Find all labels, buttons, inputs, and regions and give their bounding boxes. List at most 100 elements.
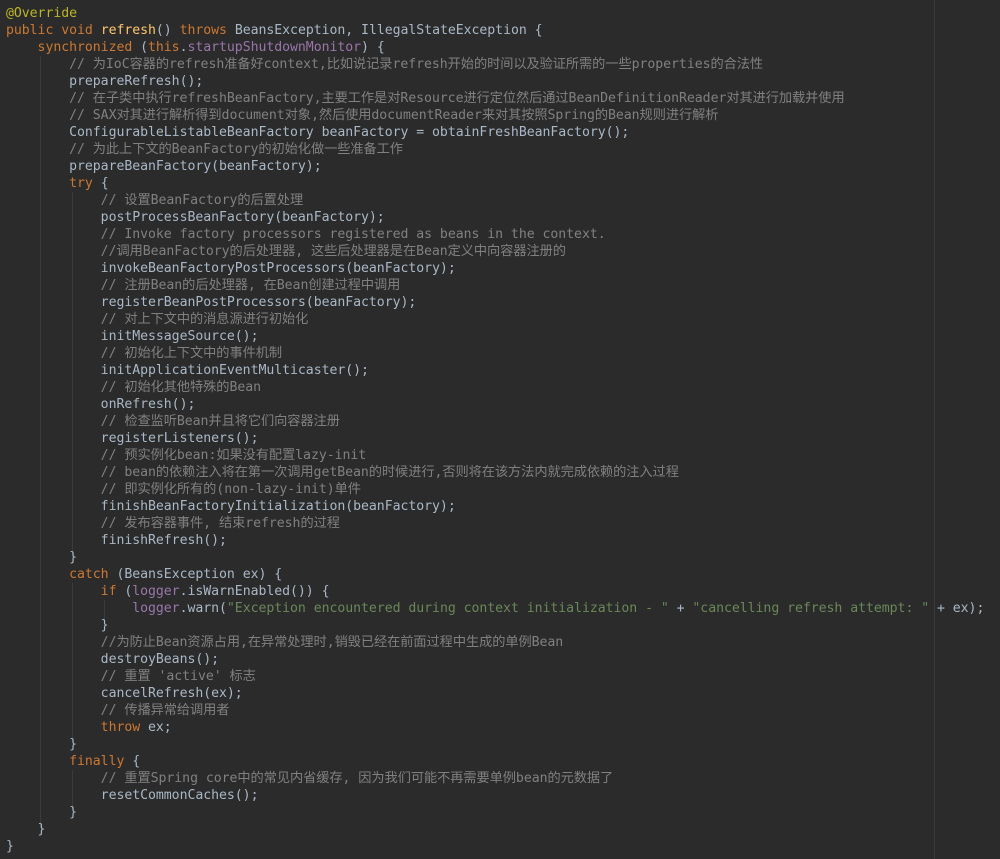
code-line[interactable]: logger.warn("Exception encountered durin…: [6, 600, 984, 617]
code-token: +: [668, 601, 693, 616]
code-line[interactable]: registerListeners();: [6, 430, 259, 447]
code-line[interactable]: if (logger.isWarnEnabled()) {: [6, 583, 330, 600]
code-line[interactable]: prepareRefresh();: [6, 73, 203, 90]
code-token: this: [148, 40, 180, 55]
code-token: .isWarnEnabled()) {: [179, 584, 330, 599]
code-token: {: [100, 176, 109, 191]
code-token: throws: [179, 23, 235, 38]
code-line[interactable]: // SAX对其进行解析得到document对象,然后使用documentRea…: [6, 107, 718, 124]
code-token: (): [155, 23, 180, 38]
code-token: onRefresh();: [6, 397, 196, 412]
code-token: finishRefresh();: [6, 533, 227, 548]
code-token: //调用BeanFactory的后处理器, 这些后处理器是在Bean定义中向容器…: [6, 244, 566, 259]
code-line[interactable]: initMessageSource();: [6, 328, 259, 345]
code-token: // 对上下文中的消息源进行初始化: [6, 312, 309, 327]
code-line[interactable]: //为防止Bean资源占用,在异常处理时,销毁已经在前面过程中生成的单例Bean: [6, 634, 564, 651]
code-token: catch: [6, 567, 117, 582]
code-token: postProcessBeanFactory(beanFactory);: [6, 210, 385, 225]
code-token: public void: [6, 23, 101, 38]
code-line[interactable]: invokeBeanFactoryPostProcessors(beanFact…: [6, 260, 456, 277]
code-token: resetCommonCaches();: [6, 788, 259, 803]
code-line[interactable]: }: [6, 617, 109, 634]
code-line[interactable]: resetCommonCaches();: [6, 787, 259, 804]
code-token: (BeansException ex) {: [116, 567, 283, 582]
code-token: // 初始化其他特殊的Bean: [6, 380, 262, 395]
code-line[interactable]: // 发布容器事件, 结束refresh的过程: [6, 515, 340, 532]
code-token: // Invoke factory processors registered …: [6, 227, 606, 242]
code-token: try: [6, 176, 101, 191]
code-line[interactable]: finishBeanFactoryInitialization(beanFact…: [6, 498, 456, 515]
code-line[interactable]: // 为IoC容器的refresh准备好context,比如说记录refresh…: [6, 56, 763, 73]
code-editor[interactable]: @Override public void refresh() throws Be…: [0, 0, 1000, 859]
code-line[interactable]: // 重置 'active' 标志: [6, 668, 256, 685]
code-line[interactable]: }: [6, 838, 14, 855]
code-line[interactable]: // bean的依赖注入将在第一次调用getBean的时候进行,否则将在该方法内…: [6, 464, 679, 481]
code-token: if: [6, 584, 125, 599]
code-token: // 初始化上下文中的事件机制: [6, 346, 282, 361]
code-token: // 重置Spring core中的常见内省缓存, 因为我们可能不再需要单例be…: [6, 771, 614, 786]
code-token: (: [140, 40, 149, 55]
code-token: }: [6, 550, 78, 565]
code-line[interactable]: }: [6, 736, 77, 753]
code-token: startupShutdownMonitor: [187, 40, 362, 55]
code-line[interactable]: // 注册Bean的后处理器, 在Bean创建过程中调用: [6, 277, 401, 294]
code-line[interactable]: // 初始化上下文中的事件机制: [6, 345, 282, 362]
code-token: prepareBeanFactory(beanFactory);: [6, 159, 322, 174]
code-token: invokeBeanFactoryPostProcessors(beanFact…: [6, 261, 456, 276]
code-line[interactable]: initApplicationEventMulticaster();: [6, 362, 369, 379]
code-line[interactable]: @Override: [6, 5, 77, 22]
code-token: throw: [6, 720, 149, 735]
code-token: // 预实例化bean:如果没有配置lazy-init: [6, 448, 367, 463]
code-line[interactable]: // 即实例化所有的(non-lazy-init)单件: [6, 481, 361, 498]
code-token: refresh: [100, 23, 156, 38]
code-line[interactable]: prepareBeanFactory(beanFactory);: [6, 158, 322, 175]
code-line[interactable]: onRefresh();: [6, 396, 196, 413]
code-token: // bean的依赖注入将在第一次调用getBean的时候进行,否则将在该方法内…: [6, 465, 679, 480]
code-token: + ex);: [929, 601, 985, 616]
code-token: destroyBeans();: [6, 652, 220, 667]
code-token: BeansException, IllegalStateException {: [234, 23, 543, 38]
code-line[interactable]: // 设置BeanFactory的后置处理: [6, 192, 303, 209]
code-line[interactable]: catch (BeansException ex) {: [6, 566, 282, 583]
code-line[interactable]: }: [6, 804, 77, 821]
code-token: initApplicationEventMulticaster();: [6, 363, 369, 378]
code-token: // 检查监听Bean并且将它们向容器注册: [6, 414, 340, 429]
code-token: // 发布容器事件, 结束refresh的过程: [6, 516, 340, 531]
code-line[interactable]: postProcessBeanFactory(beanFactory);: [6, 209, 385, 226]
code-token: ConfigurableListableBeanFactory beanFact…: [6, 125, 630, 140]
code-token: registerListeners();: [6, 431, 259, 446]
code-token: "Exception encountered during context in…: [226, 601, 669, 616]
code-token: {: [132, 754, 141, 769]
code-line[interactable]: finally {: [6, 753, 140, 770]
code-line[interactable]: // Invoke factory processors registered …: [6, 226, 606, 243]
code-line[interactable]: }: [6, 821, 46, 838]
code-line[interactable]: // 初始化其他特殊的Bean: [6, 379, 261, 396]
code-line[interactable]: destroyBeans();: [6, 651, 219, 668]
code-line[interactable]: // 重置Spring core中的常见内省缓存, 因为我们可能不再需要单例be…: [6, 770, 614, 787]
code-line[interactable]: ConfigurableListableBeanFactory beanFact…: [6, 124, 629, 141]
code-line[interactable]: // 对上下文中的消息源进行初始化: [6, 311, 309, 328]
code-line[interactable]: try {: [6, 175, 109, 192]
code-token: // 即实例化所有的(non-lazy-init)单件: [6, 482, 361, 497]
code-line[interactable]: // 在子类中执行refreshBeanFactory,主要工作是对Resour…: [6, 90, 845, 107]
code-line[interactable]: // 预实例化bean:如果没有配置lazy-init: [6, 447, 367, 464]
right-margin-guide: [934, 0, 935, 859]
code-token: finally: [6, 754, 133, 769]
code-line[interactable]: registerBeanPostProcessors(beanFactory);: [6, 294, 417, 311]
code-line[interactable]: public void refresh() throws BeansExcept…: [6, 22, 543, 39]
code-line[interactable]: }: [6, 549, 77, 566]
code-line[interactable]: // 传播异常给调用者: [6, 702, 230, 719]
code-token: // 在子类中执行refreshBeanFactory,主要工作是对Resour…: [6, 91, 845, 106]
code-token: // 为此上下文的BeanFactory的初始化做一些准备工作: [6, 142, 403, 157]
code-line[interactable]: throw ex;: [6, 719, 172, 736]
code-line[interactable]: // 为此上下文的BeanFactory的初始化做一些准备工作: [6, 141, 403, 158]
code-line[interactable]: synchronized (this.startupShutdownMonito…: [6, 39, 385, 56]
code-line[interactable]: finishRefresh();: [6, 532, 227, 549]
code-token: }: [6, 618, 109, 633]
code-token: ex;: [148, 720, 172, 735]
code-token: // 传播异常给调用者: [6, 703, 230, 718]
code-line[interactable]: // 检查监听Bean并且将它们向容器注册: [6, 413, 340, 430]
code-line[interactable]: cancelRefresh(ex);: [6, 685, 243, 702]
code-line[interactable]: //调用BeanFactory的后处理器, 这些后处理器是在Bean定义中向容器…: [6, 243, 566, 260]
code-token: }: [6, 805, 78, 820]
